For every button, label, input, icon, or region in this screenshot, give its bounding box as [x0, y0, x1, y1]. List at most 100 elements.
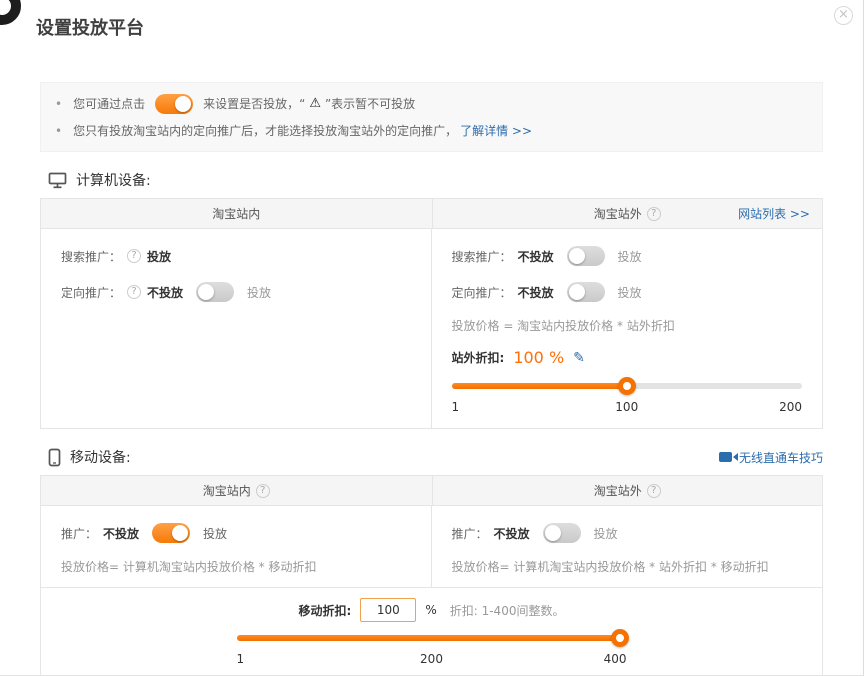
notice-line-1: 您可通过点击 来设置是否投放，“ ⚠ ”表示暂不可投放 [55, 90, 808, 117]
toggle-knob [198, 284, 214, 300]
wireless-tips-link[interactable]: 无线直通车技巧 [739, 449, 823, 466]
mobile-tips-wrap: 无线直通车技巧 [719, 449, 823, 466]
target-on-label: 投放 [247, 284, 271, 301]
mobile-table-body: 推广： 不投放 投放 投放价格= 计算机淘宝站内投放价格 * 移动折扣 推广： … [41, 506, 822, 587]
warning-icon: ⚠ [309, 96, 321, 111]
tick-label: 100 [615, 400, 638, 414]
close-button[interactable]: × [834, 6, 853, 25]
search-on-label: 投放 [618, 248, 642, 265]
computer-header-onsite: 淘宝站内 [41, 199, 432, 228]
mobile-onsite-cell: 推广： 不投放 投放 投放价格= 计算机淘宝站内投放价格 * 移动折扣 [41, 506, 432, 587]
promo-label: 推广： [452, 525, 488, 542]
mobile-onsite-toggle[interactable] [152, 523, 190, 543]
tick-label: 200 [420, 652, 443, 666]
offsite-discount-row: 站外折扣: 100 % ✎ [452, 348, 803, 367]
mobile-onsite-formula: 投放价格= 计算机淘宝站内投放价格 * 移动折扣 [61, 558, 411, 575]
off-label: 不投放 [103, 525, 139, 542]
mobile-onsite-row: 推广： 不投放 投放 [61, 522, 411, 544]
tick-label: 1 [237, 652, 245, 666]
target-on-label: 投放 [618, 284, 642, 301]
learn-more-link[interactable]: 了解详情 >> [460, 122, 532, 139]
mobile-section-head: 移动设备: 无线直通车技巧 [40, 447, 823, 467]
tick-label: 200 [779, 400, 802, 414]
help-icon[interactable]: ? [127, 249, 141, 263]
edit-icon[interactable]: ✎ [573, 350, 585, 366]
offsite-discount-label: 站外折扣: [452, 349, 505, 366]
mobile-discount-line: 移动折扣: % 折扣: 1-400间整数。 [61, 597, 802, 623]
slider-fill [237, 635, 627, 641]
set-platform-dialog: × 设置投放平台 您可通过点击 来设置是否投放，“ ⚠ ”表示暂不可投放 您只有… [0, 0, 864, 676]
notice-box: 您可通过点击 来设置是否投放，“ ⚠ ”表示暂不可投放 您只有投放淘宝站内的定向… [40, 82, 823, 152]
offsite-discount-slider[interactable] [452, 377, 803, 395]
mobile-offsite-formula: 投放价格= 计算机淘宝站内投放价格 * 站外折扣 * 移动折扣 [452, 558, 803, 575]
computer-section-title: 计算机设备: [76, 170, 151, 190]
help-icon[interactable]: ? [256, 484, 270, 498]
video-icon [719, 452, 732, 462]
mobile-section-title: 移动设备: [70, 447, 131, 467]
offsite-target-toggle[interactable] [567, 282, 605, 302]
mobile-table-header: 淘宝站内 ? 淘宝站外 ? [41, 476, 822, 506]
toggle-knob [569, 284, 585, 300]
computer-section-title-wrap: 计算机设备: [40, 170, 151, 190]
corner-decoration [0, 0, 21, 25]
help-icon[interactable]: ? [647, 207, 661, 221]
mobile-header-onsite: 淘宝站内 ? [41, 476, 432, 505]
tick-label: 1 [452, 400, 460, 414]
computer-table-body: 搜索推广： ? 投放 定向推广： ? 不投放 投放 搜索推广： [41, 229, 822, 428]
notice-text: 您只有投放淘宝站内的定向推广后，才能选择投放淘宝站外的定向推广， [73, 122, 457, 139]
percent-unit: % [425, 603, 436, 617]
mobile-header-offsite: 淘宝站外 ? [432, 476, 823, 505]
mobile-discount-row: 移动折扣: % 折扣: 1-400间整数。 1 200 400 [41, 587, 822, 676]
offsite-search-toggle[interactable] [567, 246, 605, 266]
search-label: 搜索推广： [452, 248, 512, 265]
toggle-knob [569, 248, 585, 264]
mobile-table: 淘宝站内 ? 淘宝站外 ? 推广： 不投放 投放 投放价格= 计算机淘宝站内投 [40, 475, 823, 676]
close-icon: × [838, 7, 849, 22]
mobile-discount-input[interactable] [360, 598, 416, 622]
offsite-slider-ticks: 1 100 200 [452, 400, 803, 416]
mobile-slider-ticks: 1 200 400 [237, 652, 627, 668]
header-label: 淘宝站外 [594, 482, 642, 499]
help-icon[interactable]: ? [647, 484, 661, 498]
off-label: 不投放 [494, 525, 530, 542]
help-icon[interactable]: ? [127, 285, 141, 299]
target-label: 定向推广： [61, 284, 121, 301]
slider-handle[interactable] [611, 629, 629, 647]
search-off-label: 不投放 [518, 248, 554, 265]
mobile-discount-slider[interactable] [237, 629, 627, 647]
onsite-target-row: 定向推广： ? 不投放 投放 [61, 281, 411, 303]
mobile-offsite-cell: 推广： 不投放 投放 投放价格= 计算机淘宝站内投放价格 * 站外折扣 * 移动… [432, 506, 823, 587]
toggle-knob [172, 525, 188, 541]
computer-section-head: 计算机设备: [40, 170, 823, 190]
target-off-label: 不投放 [147, 284, 183, 301]
dialog-content: 您可通过点击 来设置是否投放，“ ⚠ ”表示暂不可投放 您只有投放淘宝站内的定向… [0, 82, 863, 676]
computer-header-offsite: 淘宝站外 ? 网站列表 >> [432, 199, 823, 228]
header-label: 淘宝站内 [203, 482, 251, 499]
onsite-target-toggle[interactable] [196, 282, 234, 302]
computer-offsite-cell: 搜索推广： 不投放 投放 定向推广： 不投放 投放 投放价格 = 淘宝站内投放价… [432, 229, 823, 428]
toggle-knob [545, 525, 561, 541]
tick-label: 400 [604, 652, 627, 666]
dialog-title: 设置投放平台 [36, 14, 863, 40]
on-label: 投放 [594, 525, 618, 542]
example-toggle-on [155, 94, 193, 114]
notice-text: ”表示暂不可投放 [325, 95, 415, 112]
on-label: 投放 [203, 525, 227, 542]
search-status: 投放 [147, 248, 171, 265]
toggle-knob [175, 96, 191, 112]
promo-label: 推广： [61, 525, 97, 542]
computer-onsite-cell: 搜索推广： ? 投放 定向推广： ? 不投放 投放 [41, 229, 432, 428]
offsite-target-row: 定向推广： 不投放 投放 [452, 281, 803, 303]
slider-fill [452, 383, 627, 389]
notice-line-2: 您只有投放淘宝站内的定向推广后，才能选择投放淘宝站外的定向推广， 了解详情 >> [55, 117, 808, 144]
onsite-search-row: 搜索推广： ? 投放 [61, 245, 411, 267]
target-label: 定向推广： [452, 284, 512, 301]
mobile-discount-label: 移动折扣: [299, 602, 352, 619]
notice-text: 来设置是否投放，“ [203, 95, 305, 112]
header-label: 淘宝站内 [212, 205, 260, 222]
slider-handle[interactable] [618, 377, 636, 395]
offsite-discount-value: 100 % [513, 348, 564, 367]
offsite-search-row: 搜索推广： 不投放 投放 [452, 245, 803, 267]
mobile-offsite-toggle[interactable] [543, 523, 581, 543]
website-list-link[interactable]: 网站列表 >> [738, 205, 810, 222]
